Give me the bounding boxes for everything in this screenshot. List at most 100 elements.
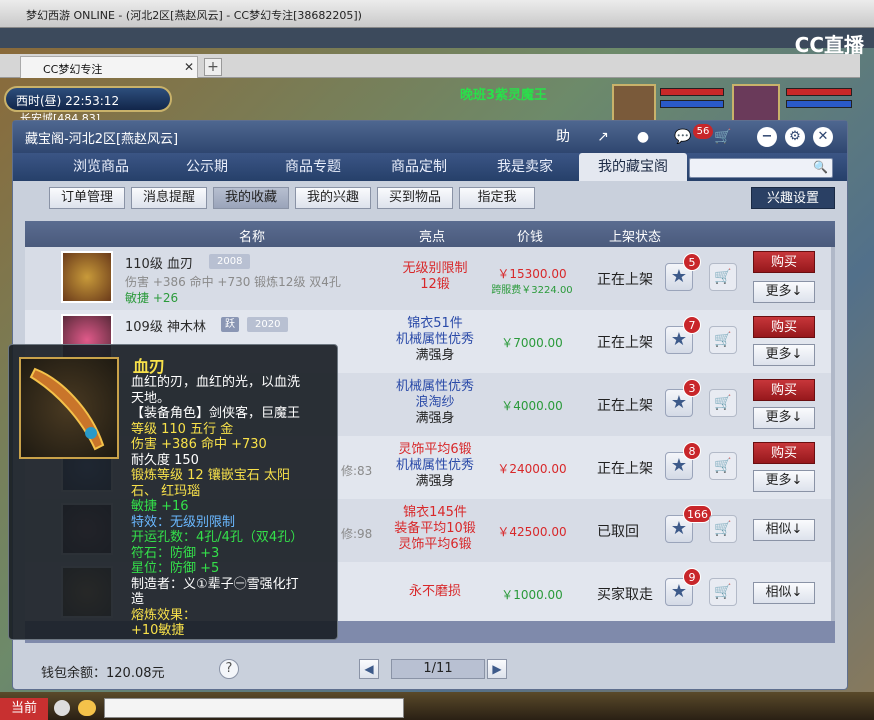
share-icon[interactable]: ↗ — [593, 127, 613, 147]
close-icon[interactable]: ✕ — [813, 127, 833, 147]
search-icon[interactable]: 🔍 — [813, 160, 828, 174]
next-page-button[interactable]: ▶ — [487, 659, 507, 679]
row-highlight: 灵饰平均6锻 — [398, 537, 472, 552]
buy-button[interactable]: 购买 — [753, 316, 815, 338]
cc-logo: CC直播 — [794, 33, 864, 57]
row-highlight: 锦衣145件 — [403, 505, 467, 520]
chat-icon[interactable]: 💬 — [673, 127, 693, 147]
buy-button[interactable]: 购买 — [753, 251, 815, 273]
nav-custom[interactable]: 商品定制 — [365, 153, 473, 181]
subtab-assigned[interactable]: 指定我 — [459, 187, 535, 209]
row-highlight: 灵饰平均6锻 — [398, 442, 472, 457]
cart-icon[interactable]: 🛒 — [713, 127, 733, 147]
interest-settings-button[interactable]: 兴趣设置 — [751, 187, 835, 209]
search-input[interactable]: 🔍 — [689, 158, 833, 178]
more-button[interactable]: 更多↓ — [753, 470, 815, 492]
col-price: 价钱 — [517, 230, 544, 245]
tooltip-line: 等级 110 五行 金 — [131, 421, 234, 437]
minimize-icon[interactable]: − — [757, 127, 777, 147]
tooltip-line: +10敏捷 — [131, 623, 185, 638]
tooltip-line: 造 — [131, 592, 145, 607]
row-tag: 2008 — [209, 254, 251, 269]
row-status: 正在上架 — [597, 461, 653, 477]
more-button[interactable]: 更多↓ — [753, 407, 815, 429]
row-price: ￥42500.00 — [497, 525, 567, 539]
nav-my-treasure[interactable]: 我的藏宝阁 — [579, 153, 687, 181]
row-price: ￥24000.00 — [497, 462, 567, 476]
scrollbar[interactable] — [831, 247, 835, 621]
tooltip-line: 特效：无级别限制 — [131, 514, 236, 530]
help-icon[interactable]: ? — [219, 659, 239, 679]
chat-input[interactable] — [104, 698, 404, 718]
similar-button[interactable]: 相似↓ — [753, 582, 815, 604]
window-titlebar: 梦幻西游 ONLINE - (河北2区[燕赵风云] - CC梦幻专注[38682… — [0, 0, 874, 28]
row-status: 已取回 — [597, 524, 639, 540]
buy-button[interactable]: 购买 — [753, 442, 815, 464]
fav-count-badge: 3 — [683, 379, 701, 397]
cart-icon[interactable]: 🛒 — [709, 326, 737, 354]
subtab-favorites[interactable]: 我的收藏 — [213, 187, 289, 209]
row-price: ￥15300.00 — [497, 267, 567, 281]
tooltip-line: 石、 红玛瑙 — [131, 483, 201, 499]
row-name: 神木林 — [166, 320, 206, 335]
cart-icon[interactable]: 🛒 — [709, 515, 737, 543]
row-stat2: 修:83 — [341, 464, 373, 478]
subtab-interests[interactable]: 我的兴趣 — [295, 187, 371, 209]
record-icon[interactable]: ● — [633, 127, 653, 147]
pet-mp-bar — [660, 100, 724, 108]
help-icon[interactable]: 助 — [553, 127, 573, 147]
fav-count-badge: 166 — [683, 505, 712, 523]
nav-topic[interactable]: 商品专题 — [259, 153, 367, 181]
new-tab-button[interactable]: + — [204, 58, 222, 76]
cart-icon[interactable]: 🛒 — [709, 263, 737, 291]
tooltip-line: 耐久度 150 — [131, 452, 199, 468]
tooltip-line: 天地。 — [131, 390, 171, 406]
table-row[interactable]: 110级 血刃 2008 伤害 +386 命中 +730 锻炼12级 双4孔 敏… — [25, 247, 831, 310]
page-indicator: 1/11 — [391, 659, 485, 679]
server-tag: 跃 — [221, 317, 239, 332]
mic-icon[interactable] — [54, 700, 70, 716]
cart-icon[interactable]: 🛒 — [709, 389, 737, 417]
subtab-orders[interactable]: 订单管理 — [49, 187, 125, 209]
similar-button[interactable]: 相似↓ — [753, 519, 815, 541]
item-icon — [61, 251, 113, 303]
fav-count-badge: 8 — [683, 442, 701, 460]
row-stat2: 敏捷 +26 — [125, 291, 179, 305]
sword-icon — [19, 357, 119, 459]
row-level: 109级 — [125, 320, 163, 335]
row-highlight: 机械属性优秀 — [395, 458, 474, 473]
buy-button[interactable]: 购买 — [753, 379, 815, 401]
tooltip-line: 星位：防御 +5 — [131, 561, 220, 576]
settings-icon[interactable]: ⚙ — [785, 127, 805, 147]
row-status: 正在上架 — [597, 272, 653, 288]
more-button[interactable]: 更多↓ — [753, 344, 815, 366]
nav-browse[interactable]: 浏览商品 — [47, 153, 155, 181]
cart-icon[interactable]: 🛒 — [709, 452, 737, 480]
row-status: 正在上架 — [597, 335, 653, 351]
window-title: 梦幻西游 ONLINE - (河北2区[燕赵风云] - CC梦幻专注[38682… — [26, 9, 362, 22]
player-mp-bar — [786, 100, 852, 108]
subtab-messages[interactable]: 消息提醒 — [131, 187, 207, 209]
channel-current-button[interactable]: 当前 — [0, 698, 48, 720]
nav-seller[interactable]: 我是卖家 — [471, 153, 579, 181]
tab-close-icon[interactable]: ✕ — [184, 60, 194, 74]
emote-icon[interactable] — [78, 700, 96, 716]
prev-page-button[interactable]: ◀ — [359, 659, 379, 679]
cart-icon[interactable]: 🛒 — [709, 578, 737, 606]
row-highlight: 满强身 — [415, 348, 455, 363]
more-button[interactable]: 更多↓ — [753, 281, 815, 303]
dialog-title: 藏宝阁-河北2区[燕赵风云] — [25, 132, 179, 147]
fav-count-badge: 5 — [683, 253, 701, 271]
subtab-bought[interactable]: 买到物品 — [377, 187, 453, 209]
player-hp-bar — [786, 88, 852, 96]
tooltip-line: 制造者：义①辈子㊀雪强化打 — [131, 576, 299, 592]
row-stat1: 伤害 +386 命中 +730 锻炼12级 双4孔 — [125, 275, 341, 289]
nav-public[interactable]: 公示期 — [153, 153, 261, 181]
row-highlight: 装备平均10锻 — [394, 521, 476, 536]
tooltip-line: 锻炼等级 12 镶嵌宝石 太阳 — [131, 468, 290, 483]
tooltip-line: 开运孔数：4孔/4孔（双4孔） — [131, 530, 304, 545]
wallet-balance: 钱包余额：120.08元 — [41, 666, 165, 681]
tooltip-line: 符石：防御 +3 — [131, 545, 220, 561]
row-name: 血刃 — [166, 257, 193, 272]
browser-tab[interactable]: CC梦幻专注 — [20, 56, 198, 78]
